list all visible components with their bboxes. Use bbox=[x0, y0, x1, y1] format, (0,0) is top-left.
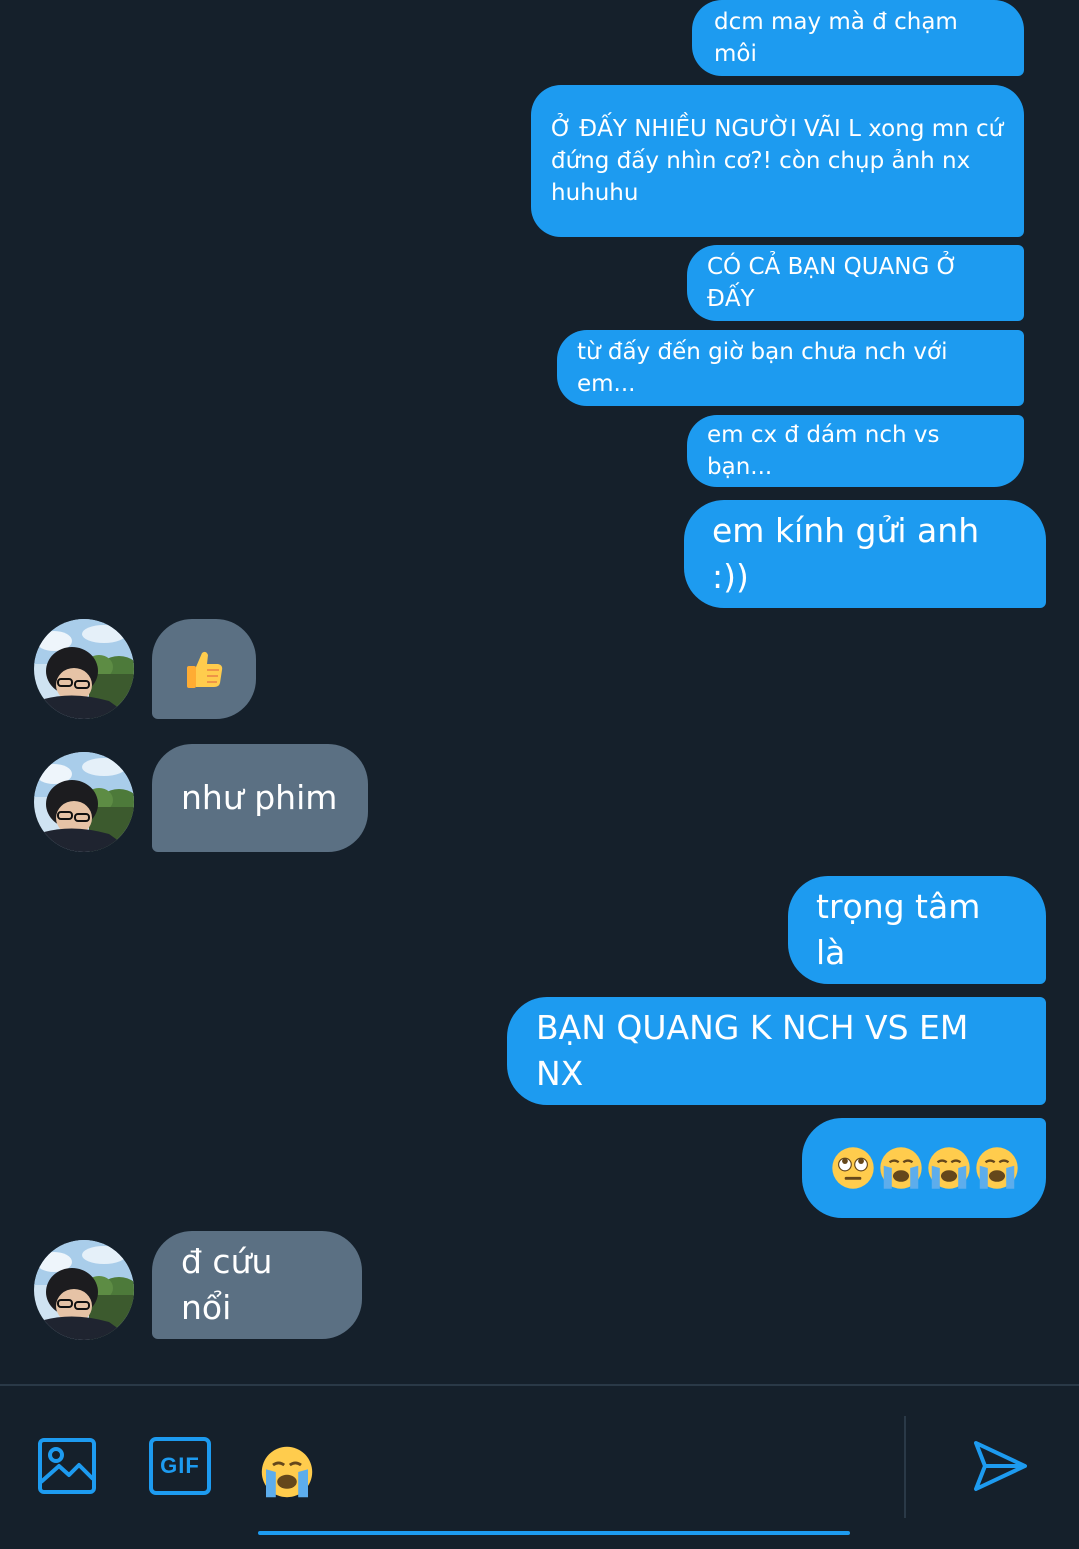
message-text: BẠN QUANG K NCH VS EM NX bbox=[536, 1007, 969, 1093]
contact-avatar[interactable] bbox=[34, 619, 134, 719]
message-bubble-outgoing[interactable]: từ đấy đến giờ bạn chưa nch với em... bbox=[557, 330, 1024, 406]
message-bubble-outgoing[interactable]: CÓ CẢ BẠN QUANG Ở ĐẤY bbox=[687, 245, 1024, 321]
emoji-input-content[interactable] bbox=[258, 1444, 316, 1500]
message-bubble-outgoing[interactable]: dcm may mà đ chạm môi bbox=[692, 0, 1024, 76]
message-text: như phim bbox=[181, 777, 338, 817]
send-button[interactable] bbox=[970, 1436, 1030, 1496]
message-bubble-incoming[interactable]: như phim bbox=[152, 744, 368, 852]
add-gif-button[interactable]: GIF bbox=[149, 1437, 211, 1495]
message-thread: dcm may mà đ chạm môi Ở ĐẤY NHIỀU NGƯỜI … bbox=[0, 0, 1079, 1385]
message-text: từ đấy đến giờ bạn chưa nch với em... bbox=[577, 338, 948, 397]
gif-icon: GIF bbox=[149, 1437, 211, 1495]
contact-avatar[interactable] bbox=[34, 752, 134, 852]
message-text: em kính gửi anh :)) bbox=[712, 510, 980, 596]
message-text: trọng tâm là bbox=[816, 886, 981, 972]
message-bubble-outgoing[interactable] bbox=[802, 1118, 1046, 1218]
message-bubble-outgoing[interactable]: em cx đ dám nch vs bạn... bbox=[687, 415, 1024, 487]
message-bubble-incoming[interactable] bbox=[152, 619, 256, 719]
loudly-crying-face-emoji bbox=[259, 1444, 315, 1500]
send-icon bbox=[974, 1441, 1027, 1491]
loudly-crying-face-emoji bbox=[878, 1145, 924, 1191]
contact-avatar[interactable] bbox=[34, 1240, 134, 1340]
message-bubble-outgoing[interactable]: em kính gửi anh :)) bbox=[684, 500, 1046, 608]
message-bubble-outgoing[interactable]: BẠN QUANG K NCH VS EM NX bbox=[507, 997, 1046, 1105]
message-bubble-outgoing[interactable]: trọng tâm là bbox=[788, 876, 1046, 984]
loudly-crying-face-emoji bbox=[974, 1145, 1020, 1191]
message-text: CÓ CẢ BẠN QUANG Ở ĐẤY bbox=[707, 253, 958, 312]
message-text: Ở ĐẤY NHIỀU NGƯỜI VÃI L xong mn cứ đứng … bbox=[551, 115, 1004, 207]
image-icon bbox=[38, 1438, 96, 1494]
emoji-row bbox=[830, 1145, 1020, 1191]
message-text: em cx đ dám nch vs bạn... bbox=[707, 421, 940, 480]
message-bubble-outgoing[interactable]: Ở ĐẤY NHIỀU NGƯỜI VÃI L xong mn cứ đứng … bbox=[531, 85, 1024, 237]
face-with-rolling-eyes-emoji bbox=[830, 1145, 876, 1191]
thumbs-up-emoji bbox=[187, 651, 223, 688]
loudly-crying-face-emoji bbox=[926, 1145, 972, 1191]
message-input-underline bbox=[258, 1531, 850, 1535]
send-divider bbox=[904, 1416, 906, 1518]
message-bubble-incoming[interactable]: đ cứu nổi bbox=[152, 1231, 362, 1339]
message-text: dcm may mà đ chạm môi bbox=[714, 8, 958, 67]
message-text: đ cứu nổi bbox=[181, 1241, 273, 1327]
add-photo-button[interactable] bbox=[36, 1436, 98, 1496]
